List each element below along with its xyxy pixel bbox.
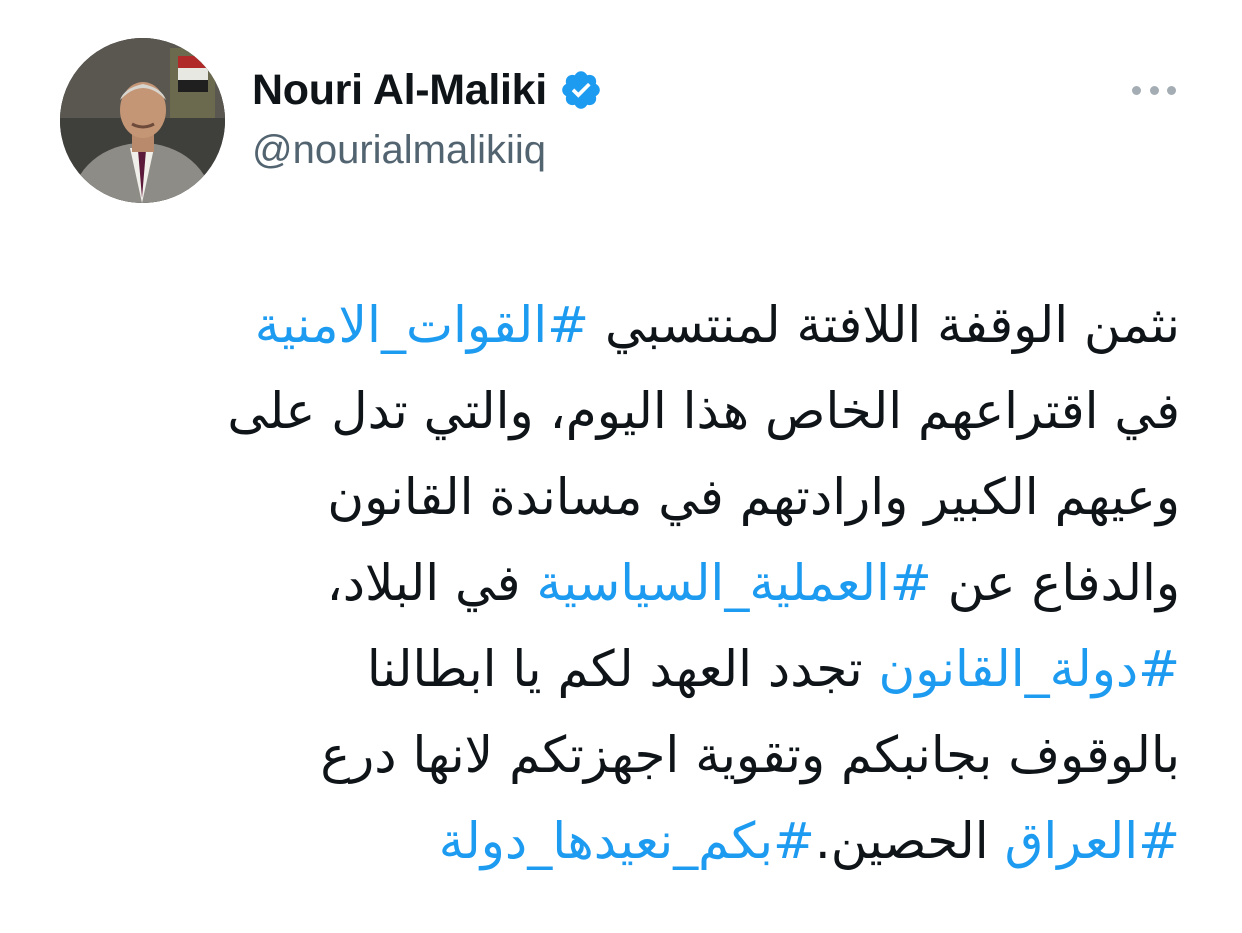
profile-avatar[interactable]	[60, 38, 225, 203]
tweet-text-segment: بالوقوف بجانبكم وتقوية اجهزتكم لانها درع	[320, 726, 1180, 784]
tweet-line: #العراق الحصين.#بكم_نعيدها_دولة	[60, 798, 1180, 884]
tweet-line: نثمن الوقفة اللافتة لمنتسبي #القوات_الام…	[60, 282, 1180, 368]
more-dot	[1167, 85, 1176, 95]
tweet-text: نثمن الوقفة اللافتة لمنتسبي #القوات_الام…	[60, 282, 1180, 884]
tweet-line: #دولة_القانون تجدد العهد لكم يا ابطالنا	[60, 626, 1180, 712]
hashtag-link[interactable]: #العراق	[1005, 812, 1180, 870]
tweet-line: في اقتراعهم الخاص هذا اليوم، والتي تدل ع…	[60, 368, 1180, 454]
tweet-text-segment: تجدد العهد لكم يا ابطالنا	[366, 640, 879, 698]
hashtag-link[interactable]: #القوات_الامنية	[255, 296, 589, 354]
tweet-line: بالوقوف بجانبكم وتقوية اجهزتكم لانها درع	[60, 712, 1180, 798]
tweet-text-segment: في اقتراعهم الخاص هذا اليوم، والتي تدل ع…	[227, 382, 1180, 440]
tweet-line: والدفاع عن #العملية_السياسية في البلاد،	[60, 540, 1180, 626]
hashtag-link[interactable]: #العملية_السياسية	[536, 554, 931, 612]
more-dot	[1149, 85, 1159, 95]
tweet-text-segment: الحصين.	[814, 812, 1005, 870]
more-dot	[1132, 85, 1141, 95]
verified-badge-icon	[559, 68, 603, 112]
author-name-row[interactable]: Nouri Al-Maliki	[252, 62, 603, 118]
tweet-text-segment: نثمن الوقفة اللافتة لمنتسبي	[589, 296, 1180, 354]
author-handle[interactable]: @nourialmalikiiq	[252, 128, 546, 173]
tweet-text-segment: في البلاد،	[326, 554, 537, 612]
more-options-icon[interactable]	[1132, 70, 1176, 110]
avatar-photo	[60, 38, 225, 203]
tweet-text-segment: والدفاع عن	[931, 554, 1180, 612]
hashtag-link[interactable]: #دولة_القانون	[879, 640, 1180, 698]
hashtag-link[interactable]: #بكم_نعيدها_دولة	[439, 812, 815, 870]
tweet-text-segment: وعيهم الكبير وارادتهم في مساندة القانون	[327, 468, 1180, 526]
author-display-name[interactable]: Nouri Al-Maliki	[252, 66, 547, 115]
tweet-line: وعيهم الكبير وارادتهم في مساندة القانون	[60, 454, 1180, 540]
